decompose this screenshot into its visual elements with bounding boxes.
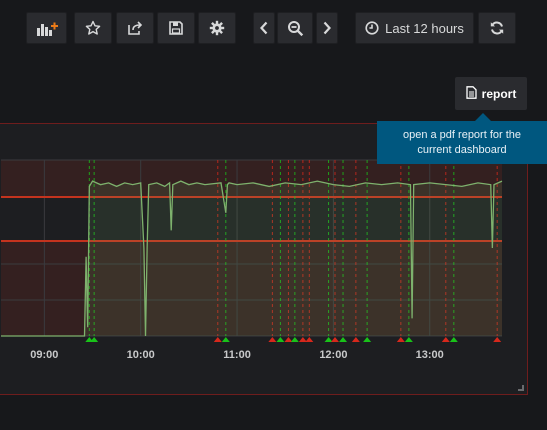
x-axis-tick-label: 11:00 [223,349,251,361]
alert-annotation-marker [298,337,307,342]
time-picker-button[interactable]: Last 12 hours [355,12,474,44]
bar-chart-plus-icon [36,20,58,36]
chevron-left-icon [259,21,269,35]
clock-icon [365,21,379,35]
alert-annotation-marker [331,337,339,342]
dashboard-navbar: Last 12 hours [0,0,547,62]
panel-resize-handle[interactable] [518,385,524,391]
alert-annotation-marker [404,337,413,342]
x-axis-tick-label: 12:00 [319,349,347,361]
zoom-out-button[interactable] [277,12,313,44]
x-axis-tick-label: 13:00 [416,349,444,361]
report-tooltip: open a pdf report for the current dashbo… [377,121,547,164]
alert-annotation-marker [449,337,458,342]
report-button[interactable]: report [455,77,527,110]
alert-annotation-marker [396,337,405,342]
shift-forward-button[interactable] [316,12,338,44]
star-button[interactable] [74,12,112,44]
shift-back-button[interactable] [253,12,275,44]
alert-annotation-marker [213,337,222,342]
time-range-label: Last 12 hours [385,20,464,36]
zoom-out-icon [287,20,304,37]
alert-annotation-marker [363,337,372,342]
alert-annotation-marker [90,337,99,342]
save-icon [168,20,184,36]
alert-annotation-marker [324,337,333,342]
alert-annotation-marker [305,337,314,342]
refresh-button[interactable] [478,12,516,44]
x-axis-tick-label: 09:00 [30,349,58,361]
save-button[interactable] [157,12,195,44]
alert-annotation-marker [351,337,360,342]
alert-annotation-marker [284,337,293,342]
add-panel-button[interactable] [26,12,67,44]
refresh-icon [489,20,505,36]
share-button[interactable] [116,12,154,44]
alert-annotation-marker [339,337,348,342]
alert-annotation-marker [441,337,450,342]
alert-annotation-marker [290,337,299,342]
alert-annotation-marker [276,337,285,342]
settings-button[interactable] [198,12,236,44]
tooltip-arrow [475,113,491,121]
gear-icon [209,20,225,36]
alert-annotation-marker [493,337,502,342]
x-axis-tick-label: 10:00 [127,349,155,361]
alert-annotation-marker [221,337,230,342]
star-icon [85,20,101,36]
report-button-label: report [481,86,517,101]
chevron-right-icon [322,21,332,35]
share-icon [127,20,143,36]
document-icon [466,85,477,102]
time-series-graph: 09:00 10:00 11:00 12:00 13:00 [1,159,503,361]
alert-annotation-marker [268,337,277,342]
